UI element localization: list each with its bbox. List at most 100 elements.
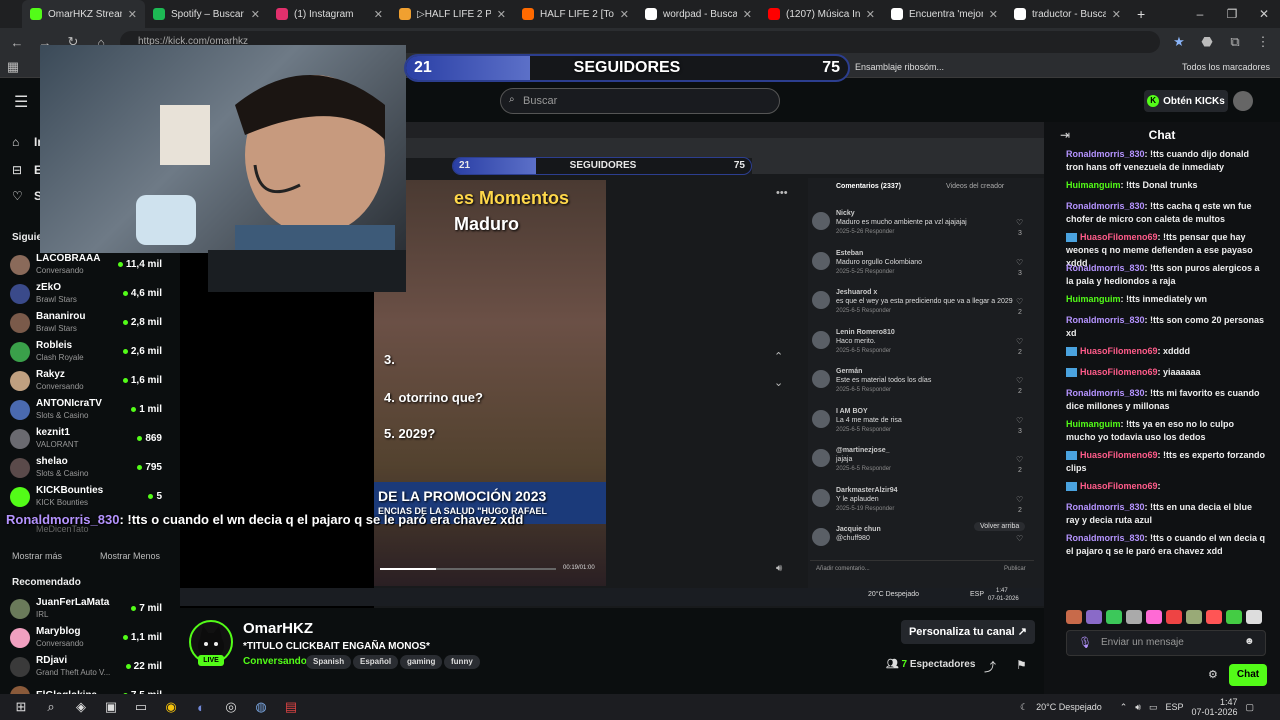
chat-username[interactable]: Ronaldmorris_830 bbox=[1066, 149, 1145, 159]
copilot-icon[interactable]: ◈ bbox=[66, 696, 96, 718]
settings-gear-icon[interactable]: ⚙ bbox=[1208, 668, 1218, 681]
browse-nav-icon[interactable]: ⊟ bbox=[12, 163, 22, 177]
game-icon[interactable]: ▤ bbox=[276, 696, 306, 718]
tray-chevron-icon[interactable]: ⌃ bbox=[1120, 702, 1128, 713]
volume-icon[interactable]: 🔊︎ bbox=[776, 563, 782, 574]
chrome-icon[interactable]: ◉ bbox=[156, 696, 186, 718]
video-progress-track[interactable] bbox=[380, 568, 556, 570]
heart-like-icon[interactable]: ♡ bbox=[1016, 218, 1023, 227]
get-kicks-button[interactable]: K Obtén KICKs bbox=[1144, 90, 1228, 112]
channel-item[interactable]: keznit1 VALORANT 869 bbox=[10, 424, 162, 453]
puzzle-icon[interactable]: ⧉ bbox=[1226, 34, 1244, 50]
home-nav-icon[interactable]: ⌂ bbox=[12, 135, 19, 149]
chevron-up-icon[interactable]: ⌃ bbox=[774, 350, 783, 363]
channel-item[interactable]: Rakyz Conversando 1,6 mil bbox=[10, 366, 162, 395]
show-less-link[interactable]: Mostrar Menos bbox=[100, 551, 160, 561]
heart-icon[interactable]: ♡ bbox=[12, 189, 23, 203]
chat-username[interactable]: Huimanguim bbox=[1066, 180, 1121, 190]
channel-item[interactable]: JuanFerLaMata IRL 7 mil bbox=[10, 594, 162, 623]
close-tab-icon[interactable]: ✕ bbox=[128, 8, 137, 21]
back-arrow-icon[interactable]: ← bbox=[8, 35, 26, 50]
close-tab-icon[interactable]: ✕ bbox=[497, 8, 506, 21]
chat-username[interactable]: Huimanguim bbox=[1066, 419, 1121, 429]
channel-item[interactable]: shelao Slots & Casino 795 bbox=[10, 453, 162, 482]
microphone-icon[interactable]: 🎙︎ bbox=[1078, 636, 1092, 649]
language-indicator[interactable]: ESP bbox=[1165, 702, 1183, 712]
tab-1[interactable]: OmarHKZ Stream - Vi ✕ bbox=[22, 0, 145, 28]
user-avatar[interactable] bbox=[1233, 91, 1253, 111]
emote-icon[interactable] bbox=[1146, 610, 1162, 624]
menu-dots-icon[interactable]: ⋮ bbox=[1254, 34, 1272, 50]
windows-start-icon[interactable]: ⊞ bbox=[6, 696, 36, 718]
streamer-name[interactable]: OmarHKZ bbox=[243, 620, 313, 637]
minimize-icon[interactable]: – bbox=[1184, 7, 1216, 21]
emote-icon[interactable] bbox=[1126, 610, 1142, 624]
tab-2[interactable]: Spotify – Buscar ✕ bbox=[145, 0, 268, 28]
discord-icon[interactable]: ◐ bbox=[186, 696, 216, 718]
customize-channel-button[interactable]: Personaliza tu canal ↗ bbox=[901, 620, 1035, 644]
maximize-icon[interactable]: ❐ bbox=[1216, 7, 1248, 21]
emote-icon[interactable] bbox=[1066, 610, 1082, 624]
chat-username[interactable]: HuasoFilomeno69 bbox=[1080, 232, 1158, 242]
tab-4[interactable]: ▷HALF LIFE 2 PC ESP ✕ bbox=[391, 0, 514, 28]
channel-item[interactable]: zEkO Brawl Stars 4,6 mil bbox=[10, 279, 162, 308]
app-icon[interactable]: ◍ bbox=[246, 696, 276, 718]
chat-username[interactable]: HuasoFilomeno69 bbox=[1080, 481, 1158, 491]
channel-item[interactable]: Bananirou Brawl Stars 2,8 mil bbox=[10, 308, 162, 337]
tab-9[interactable]: traductor - Buscar co ✕ bbox=[1006, 0, 1129, 28]
close-tab-icon[interactable]: ✕ bbox=[743, 8, 752, 21]
stream-category[interactable]: Conversando bbox=[243, 656, 307, 667]
chat-input[interactable]: Enviar un mensaje bbox=[1066, 630, 1266, 656]
channel-item[interactable]: KICKBounties KICK Bounties 5 bbox=[10, 482, 162, 511]
volume-tray-icon[interactable]: 🔊︎ bbox=[1135, 702, 1141, 713]
chat-username[interactable]: Huimanguim bbox=[1066, 294, 1121, 304]
close-tab-icon[interactable]: ✕ bbox=[1112, 8, 1121, 21]
channel-item[interactable]: Maryblog Conversando 1,1 mil bbox=[10, 623, 162, 652]
tab-7[interactable]: (1207) Música Instrum ✕ bbox=[760, 0, 883, 28]
emote-icon[interactable] bbox=[1086, 610, 1102, 624]
close-tab-icon[interactable]: ✕ bbox=[620, 8, 629, 21]
chat-username[interactable]: Ronaldmorris_830 bbox=[1066, 502, 1145, 512]
channel-item[interactable]: Robleis Clash Royale 2,6 mil bbox=[10, 337, 162, 366]
emote-icon[interactable] bbox=[1246, 610, 1262, 624]
tag-spanish[interactable]: Spanish bbox=[306, 655, 352, 669]
tab-8[interactable]: Encuentra 'mejores ✕ bbox=[883, 0, 1006, 28]
heart-like-icon[interactable]: ♡ bbox=[1016, 416, 1023, 425]
hamburger-menu-icon[interactable]: ☰ bbox=[14, 92, 28, 112]
close-tab-icon[interactable]: ✕ bbox=[251, 8, 260, 21]
close-tab-icon[interactable]: ✕ bbox=[866, 8, 875, 21]
chat-username[interactable]: Ronaldmorris_830 bbox=[1066, 388, 1145, 398]
store-icon[interactable]: ▣ bbox=[96, 696, 126, 718]
tag-funny[interactable]: funny bbox=[444, 655, 480, 669]
close-tab-icon[interactable]: ✕ bbox=[374, 8, 383, 21]
apps-grid-icon[interactable]: ▦ bbox=[4, 59, 22, 75]
close-tab-icon[interactable]: ✕ bbox=[989, 8, 998, 21]
back-to-top-button[interactable]: Volver arriba bbox=[974, 522, 1026, 531]
extension-icon[interactable]: ⬣ bbox=[1198, 34, 1216, 50]
tag-gaming[interactable]: gaming bbox=[400, 655, 443, 669]
emote-icon[interactable] bbox=[1206, 610, 1222, 624]
heart-like-icon[interactable]: ♡ bbox=[1016, 455, 1023, 464]
add-comment-field[interactable]: Añadir comentario... Publicar bbox=[810, 560, 1034, 578]
chat-username[interactable]: Ronaldmorris_830 bbox=[1066, 315, 1145, 325]
emote-icon[interactable] bbox=[1186, 610, 1202, 624]
bookmark-star-icon[interactable]: ★ bbox=[1170, 34, 1188, 50]
more-options-icon[interactable]: ••• bbox=[776, 187, 788, 199]
heart-like-icon[interactable]: ♡ bbox=[1016, 337, 1023, 346]
heart-like-icon[interactable]: ♡ bbox=[1016, 376, 1023, 385]
obs-icon[interactable]: ◎ bbox=[216, 696, 246, 718]
chevron-down-icon[interactable]: ⌄ bbox=[774, 376, 783, 389]
tab-6[interactable]: wordpad - Buscar co ✕ bbox=[637, 0, 760, 28]
chat-username[interactable]: Ronaldmorris_830 bbox=[1066, 533, 1145, 543]
chat-username[interactable]: HuasoFilomeno69 bbox=[1080, 367, 1158, 377]
emoji-icon[interactable]: ☻ bbox=[1244, 636, 1255, 647]
chat-send-button[interactable]: Chat bbox=[1229, 664, 1267, 686]
heart-like-icon[interactable]: ♡ bbox=[1016, 258, 1023, 267]
share-icon[interactable]: ⤴ bbox=[984, 658, 996, 675]
chat-username[interactable]: HuasoFilomeno69 bbox=[1080, 346, 1158, 356]
chat-username[interactable]: Ronaldmorris_830 bbox=[1066, 201, 1145, 211]
chat-username[interactable]: Ronaldmorris_830 bbox=[1066, 263, 1145, 273]
emote-icon[interactable] bbox=[1106, 610, 1122, 624]
channel-item[interactable]: RDjavi Grand Theft Auto V... 22 mil bbox=[10, 652, 162, 681]
emote-icon[interactable] bbox=[1166, 610, 1182, 624]
